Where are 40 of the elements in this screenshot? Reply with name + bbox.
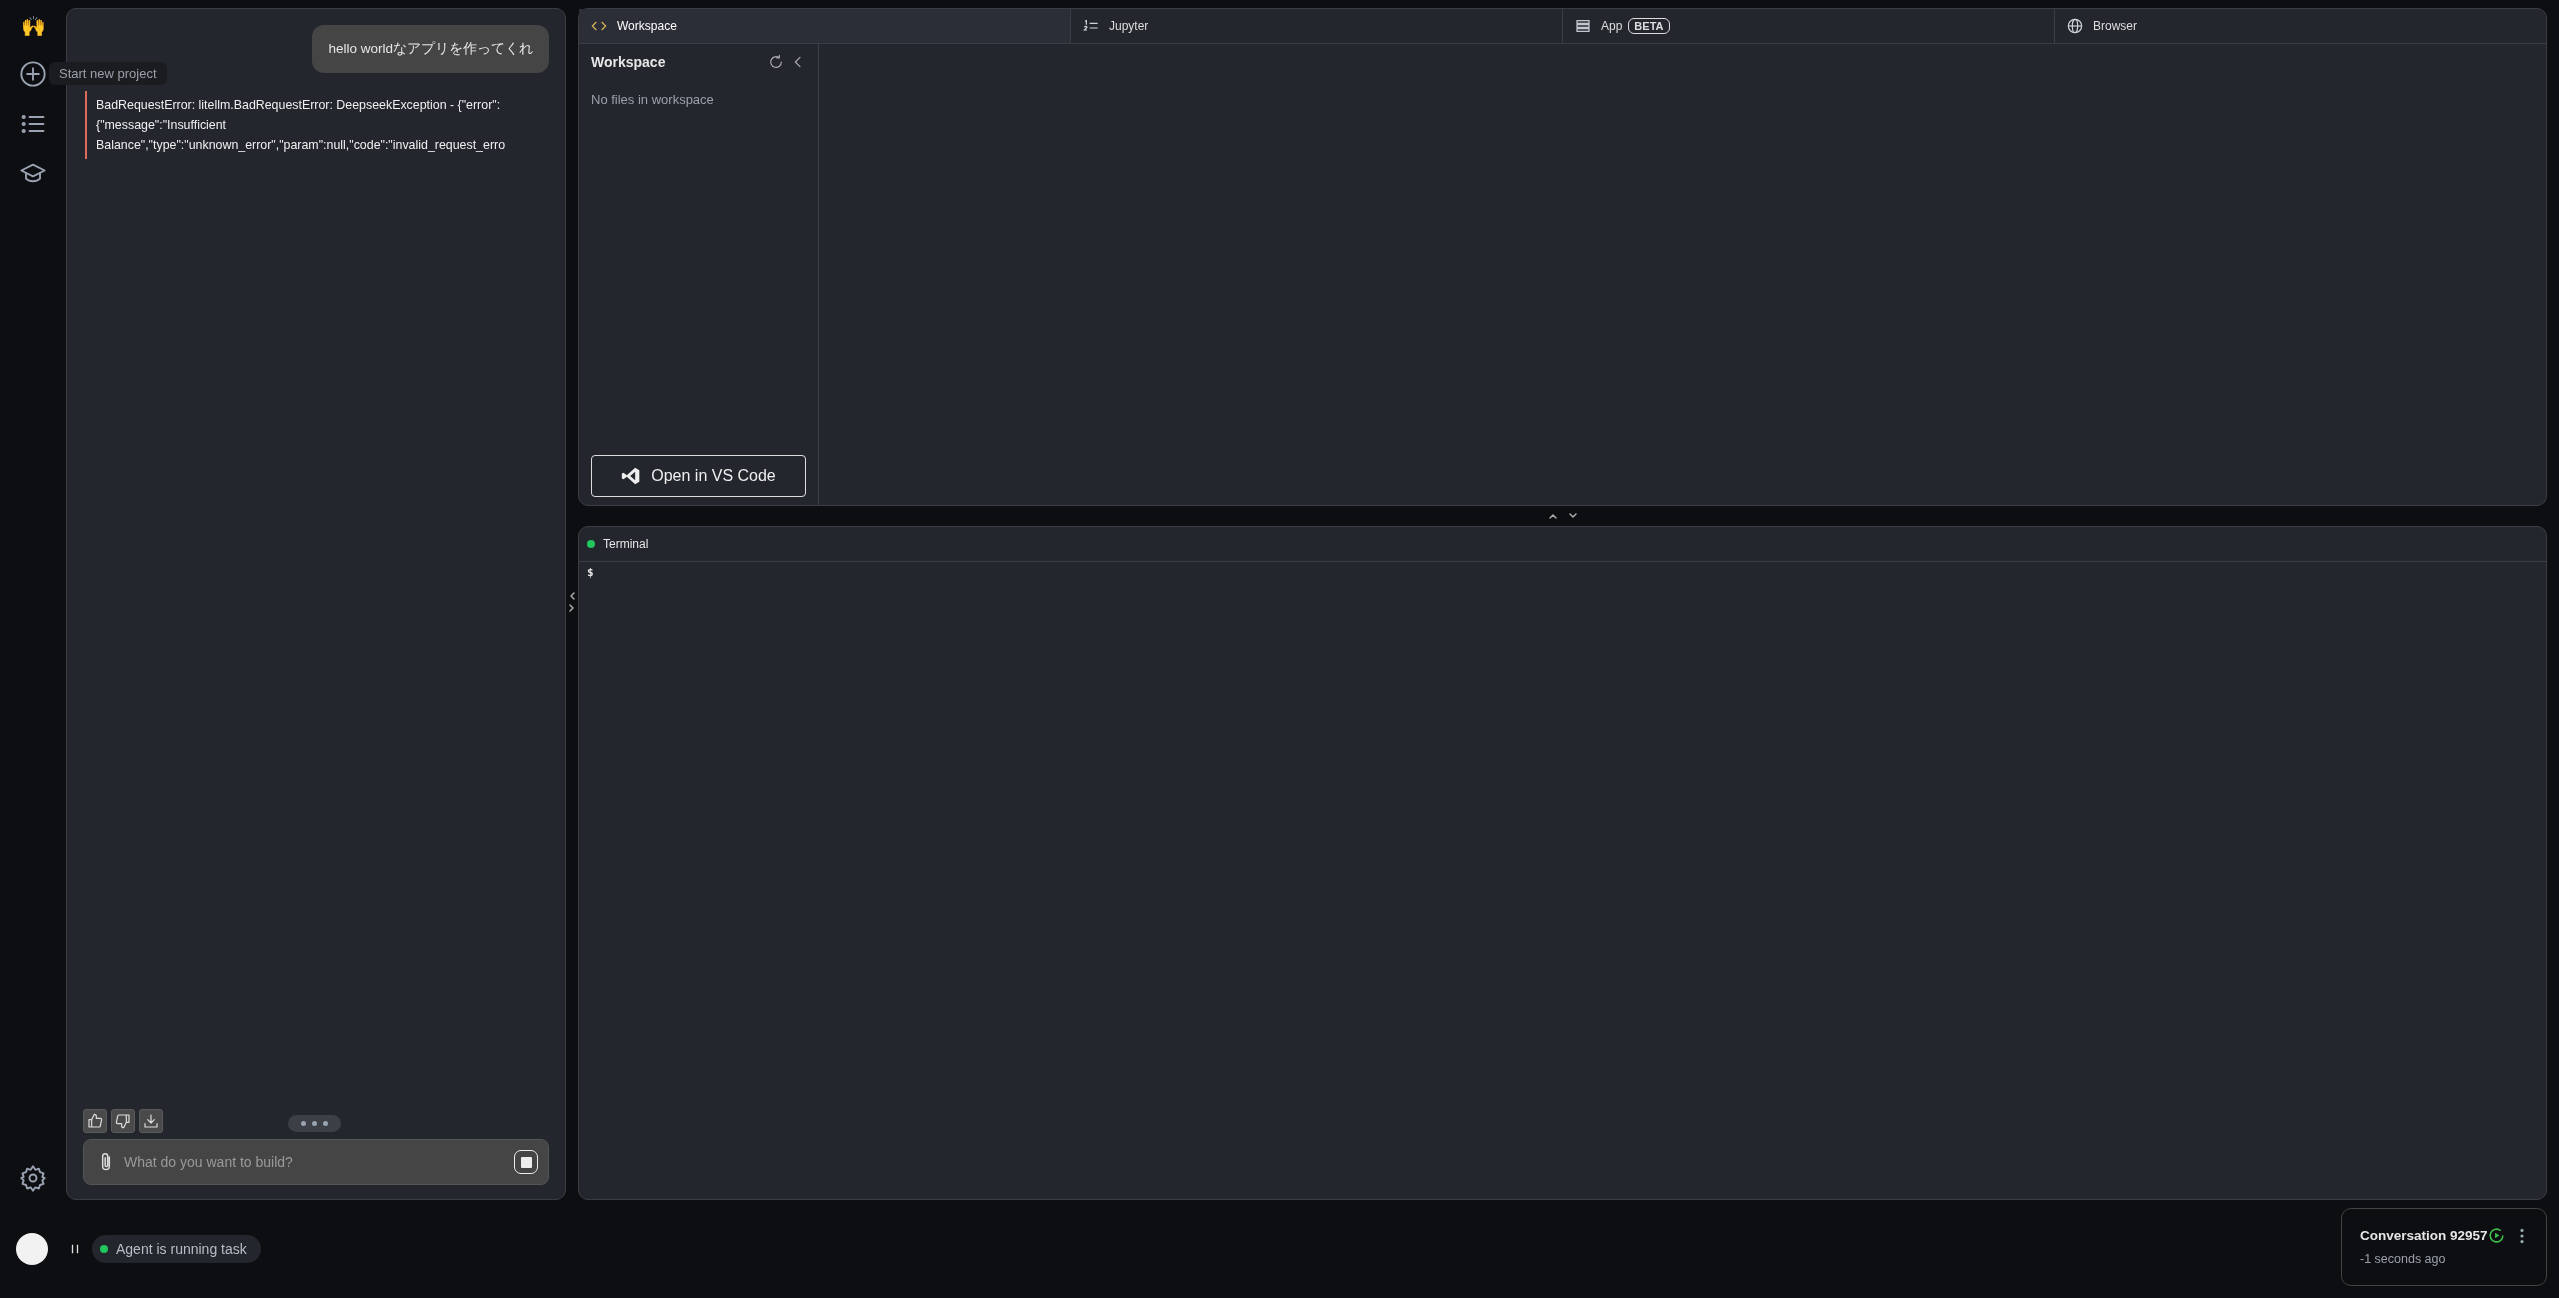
beta-badge: BETA <box>1628 18 1670 34</box>
plus-circle-icon[interactable] <box>19 60 47 88</box>
thumbs-down-icon <box>115 1114 130 1129</box>
user-message: hello worldなアプリを作ってくれ <box>312 25 549 73</box>
tab[interactable]: Workspace <box>579 9 1071 43</box>
empty-message: No files in workspace <box>591 92 715 107</box>
tooltip: Start new project <box>49 62 167 85</box>
settings-icon[interactable] <box>19 1164 47 1192</box>
server-icon <box>1575 18 1591 34</box>
message-field[interactable]: What do you want to build? <box>83 1139 549 1185</box>
thumbs-up-icon <box>88 1113 103 1128</box>
download-icon <box>144 1114 158 1128</box>
status-dot <box>587 540 595 548</box>
conversation-time: -1 seconds ago <box>2360 1252 2447 1266</box>
more-icon[interactable] <box>2518 1227 2525 1244</box>
pause-icon[interactable] <box>70 1242 80 1256</box>
conversation-card[interactable]: Conversation 92957 -1 seconds ago <box>2341 1208 2547 1286</box>
open-vscode-button[interactable]: Open in VS Code <box>591 455 806 497</box>
more-button[interactable] <box>288 1115 341 1132</box>
message-input[interactable]: What do you want to build? <box>122 1153 508 1171</box>
panel-title: Terminal <box>603 537 649 551</box>
running-icon <box>2487 1227 2505 1244</box>
status-text: Agent is running task <box>116 1241 247 1257</box>
conversation-title: Conversation 92957 <box>2360 1228 2488 1243</box>
tab[interactable]: App BETA <box>1563 9 2055 43</box>
logo-icon: 🙌 <box>20 14 46 38</box>
avatar[interactable] <box>16 1233 48 1265</box>
refresh-icon[interactable] <box>768 54 784 70</box>
thumbs-up-button[interactable] <box>83 1109 107 1133</box>
numbered-list-icon <box>1083 18 1099 34</box>
panel-title: Workspace <box>591 54 667 70</box>
thumbs-down-button[interactable] <box>111 1109 135 1133</box>
download-button[interactable] <box>139 1109 163 1133</box>
vscode-icon <box>621 466 642 486</box>
error-message: BadRequestError: litellm.BadRequestError: DeepseekException - {"error":{"message":"Insufficient Balance","type":"unknown_error","param":null,"code":"invalid_request_erro <box>85 91 557 159</box>
tab[interactable]: Browser <box>2055 9 2546 43</box>
tab[interactable]: Jupyter <box>1071 9 1563 43</box>
terminal-prompt: $ <box>587 566 594 579</box>
stop-button[interactable] <box>514 1150 538 1174</box>
globe-icon <box>2067 18 2083 34</box>
